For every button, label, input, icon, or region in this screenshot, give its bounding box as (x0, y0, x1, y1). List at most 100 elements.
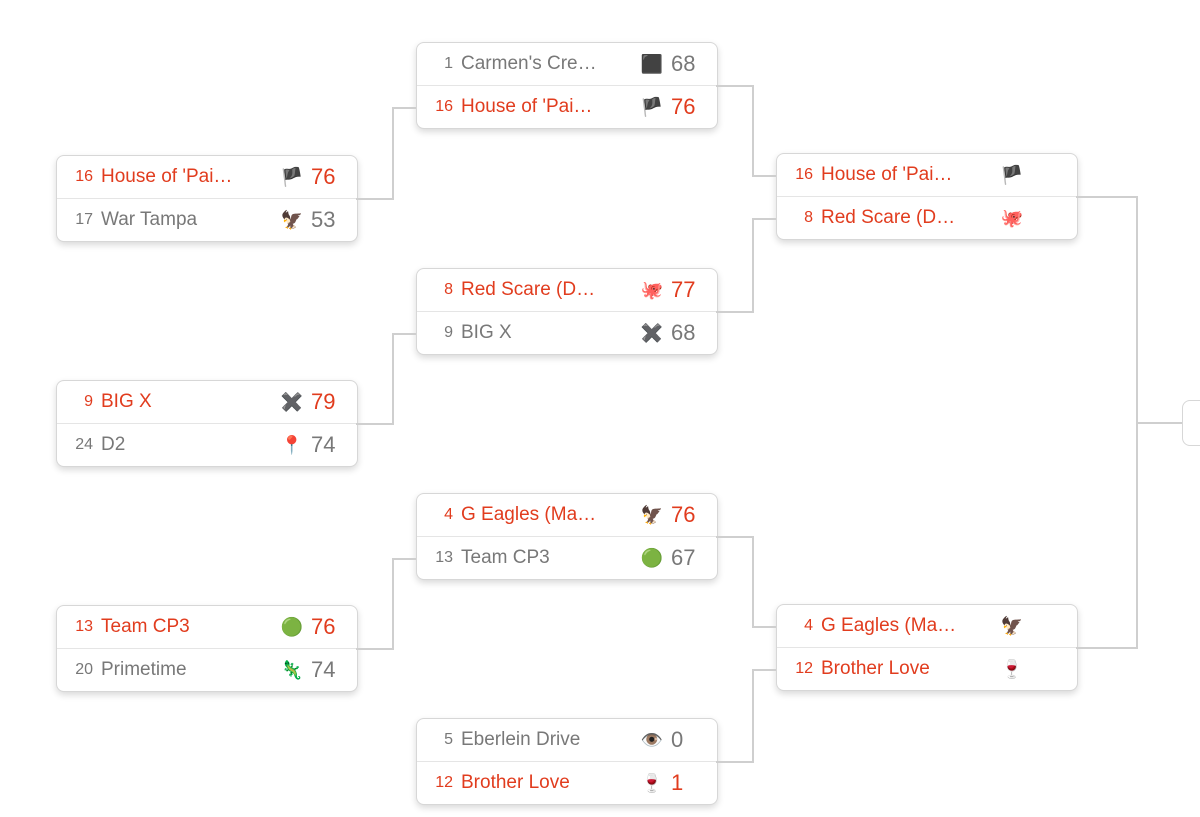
team-row[interactable]: 16House of 'Pai…🏴76 (417, 85, 717, 128)
match[interactable]: 13 Team CP3 🟢 76 20 Primetime 🦎 74 (56, 605, 358, 692)
team-name: House of 'Pai… (461, 96, 633, 118)
match[interactable]: 8Red Scare (D…🐙779BIG X✖️68 (416, 268, 718, 355)
team-logo-icon: ✖️ (641, 322, 663, 344)
team-row[interactable]: 4G Eagles (Ma…🦅76 (417, 494, 717, 536)
team-row[interactable]: 17War Tampa🦅53 (57, 198, 357, 241)
bracket-connector (752, 669, 776, 671)
team-name: House of 'Pai… (101, 166, 273, 188)
match[interactable]: 9 BIG X ✖️ 79 24D2📍74 (56, 380, 358, 467)
seed: 8 (429, 281, 453, 299)
seed: 16 (69, 168, 93, 186)
bracket-connector (1076, 647, 1136, 649)
match[interactable]: 4G Eagles (Ma…🦅7613Team CP3🟢67 (416, 493, 718, 580)
team-row[interactable]: 8Red Scare (D…🐙77 (417, 269, 717, 311)
seed: 13 (429, 549, 453, 567)
team-row[interactable]: 20 Primetime 🦎 74 (57, 648, 357, 691)
score: 68 (671, 51, 705, 77)
score: 1 (671, 770, 705, 796)
seed: 5 (429, 731, 453, 749)
team-row[interactable]: 16House of 'Pai…🏴 (777, 154, 1077, 196)
team-name: House of 'Pai… (821, 164, 993, 186)
team-logo-icon: 🐙 (1001, 207, 1023, 229)
score: 68 (671, 320, 705, 346)
team-logo-icon: 🏴 (641, 96, 663, 118)
bracket-connector (752, 669, 754, 764)
team-logo-icon: 🍷 (1001, 658, 1023, 680)
team-row[interactable]: 8 Red Scare (D… 🐙 (777, 196, 1077, 239)
team-logo-icon: 🏴 (281, 166, 303, 188)
team-name: Brother Love (821, 658, 993, 680)
team-row[interactable]: 9BIG X✖️68 (417, 311, 717, 354)
score: 53 (311, 207, 345, 233)
team-row[interactable]: 4G Eagles (Ma…🦅 (777, 605, 1077, 647)
team-row[interactable]: 13Team CP3🟢67 (417, 536, 717, 579)
score: 77 (671, 277, 705, 303)
score: 0 (671, 727, 705, 753)
bracket-connector (752, 536, 754, 628)
bracket-connector (356, 423, 392, 425)
seed: 12 (429, 774, 453, 792)
bracket-connector (1076, 196, 1136, 198)
team-logo-icon: ⬛ (641, 53, 663, 75)
bracket-connector (392, 107, 394, 201)
match[interactable]: 1Carmen's Cre…⬛6816House of 'Pai…🏴76 (416, 42, 718, 129)
seed: 1 (429, 55, 453, 73)
bracket-connector (392, 333, 416, 335)
bracket-connector (392, 107, 416, 109)
team-row[interactable]: 5 Eberlein Drive 👁️ 0 (417, 719, 717, 761)
seed: 16 (789, 166, 813, 184)
bracket-connector (716, 311, 752, 313)
seed: 9 (69, 393, 93, 411)
team-logo-icon: 🟢 (641, 547, 663, 569)
bracket-connector (752, 175, 776, 177)
team-name: Red Scare (D… (821, 207, 993, 229)
score: 74 (311, 432, 345, 458)
match[interactable]: 16House of 'Pai…🏴7617War Tampa🦅53 (56, 155, 358, 242)
score: 76 (671, 94, 705, 120)
team-row[interactable]: 16House of 'Pai…🏴76 (57, 156, 357, 198)
team-logo-icon: 👁️ (641, 729, 663, 751)
team-logo-icon: 🍷 (641, 772, 663, 794)
score: 76 (311, 614, 345, 640)
match[interactable]: 5 Eberlein Drive 👁️ 0 12 Brother Love 🍷 1 (416, 718, 718, 805)
bracket-connector (752, 85, 754, 177)
bracket-connector (752, 626, 776, 628)
seed: 20 (69, 661, 93, 679)
team-name: Primetime (101, 659, 273, 681)
team-logo-icon: 🐙 (641, 279, 663, 301)
team-logo-icon: ✖️ (281, 391, 303, 413)
team-name: Team CP3 (461, 547, 633, 569)
team-row[interactable]: 12 Brother Love 🍷 1 (417, 761, 717, 804)
bracket-connector (752, 218, 776, 220)
score: 74 (311, 657, 345, 683)
seed: 12 (789, 660, 813, 678)
team-name: G Eagles (Ma… (821, 615, 993, 637)
team-name: Carmen's Cre… (461, 53, 633, 75)
seed: 8 (789, 209, 813, 227)
team-name: Brother Love (461, 772, 633, 794)
seed: 17 (69, 211, 93, 229)
team-row[interactable]: 12 Brother Love 🍷 (777, 647, 1077, 690)
seed: 13 (69, 618, 93, 636)
bracket-connector (392, 333, 394, 426)
team-name: War Tampa (101, 209, 273, 231)
bracket-connector (716, 761, 752, 763)
team-logo-icon: 🟢 (281, 616, 303, 638)
team-name: BIG X (101, 391, 273, 413)
team-row[interactable]: 24D2📍74 (57, 423, 357, 466)
team-name: Eberlein Drive (461, 729, 633, 751)
match[interactable]: 4G Eagles (Ma…🦅12Brother Love🍷 (776, 604, 1078, 691)
seed: 24 (69, 436, 93, 454)
team-logo-icon: 🦎 (281, 659, 303, 681)
team-row[interactable]: 9 BIG X ✖️ 79 (57, 381, 357, 423)
score: 79 (311, 389, 345, 415)
seed: 4 (429, 506, 453, 524)
score: 76 (671, 502, 705, 528)
team-row[interactable]: 13 Team CP3 🟢 76 (57, 606, 357, 648)
bracket-connector (716, 536, 752, 538)
match[interactable]: 16House of 'Pai…🏴8Red Scare (D…🐙 (776, 153, 1078, 240)
team-name: Team CP3 (101, 616, 273, 638)
seed: 4 (789, 617, 813, 635)
bracket-connector (356, 198, 392, 200)
team-row[interactable]: 1 Carmen's Cre… ⬛ 68 (417, 43, 717, 85)
